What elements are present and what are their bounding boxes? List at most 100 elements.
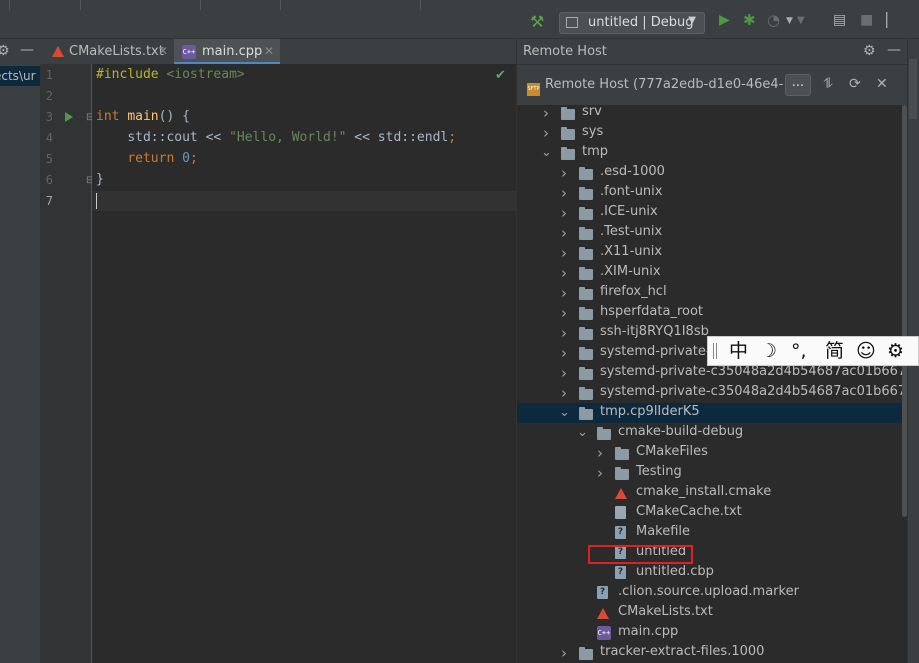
tree-item-font-unix[interactable]: › .font-unix (517, 183, 907, 203)
line-number: 2 (45, 89, 53, 103)
tree-item-main-cpp[interactable]: C++ main.cpp (517, 623, 907, 643)
tree-item-cmakelists-txt[interactable]: CMakeLists.txt (517, 603, 907, 623)
minimize-icon[interactable]: — (20, 42, 34, 58)
code-line-6: } (96, 172, 104, 187)
tree-item-makefile[interactable]: ? Makefile (517, 523, 907, 543)
more-run-icon[interactable]: ▼ (797, 15, 805, 26)
debug-icon[interactable]: ✱ (743, 11, 756, 29)
panel-title: Remote Host (523, 44, 607, 59)
attach-icon[interactable]: ▤ (833, 12, 846, 28)
remote-host-panel-header: Remote Host ⚙ — (517, 39, 907, 65)
tree-item-sys[interactable]: › sys (517, 123, 907, 143)
tree-item-label: tracker-extract-files.1000 (600, 644, 765, 659)
tree-item-label: ssh-itj8RYQ1I8sb (600, 324, 709, 339)
tree-item-tmp[interactable]: ⌄ tmp (517, 143, 907, 163)
minimize-icon[interactable]: — (887, 42, 901, 58)
tree-item-x11-unix[interactable]: › .X11-unix (517, 243, 907, 263)
remote-host-toolbar: SFTPRemote Host (777a2edb-d1e0-46e4- ▼ .… (517, 65, 907, 106)
tree-item-label: untitled.cbp (636, 564, 714, 579)
run-gutter-icon[interactable] (65, 112, 73, 122)
chevron-down-icon[interactable]: ▼ (786, 16, 793, 26)
close-icon[interactable]: ✕ (158, 44, 168, 58)
close-icon[interactable]: ✕ (876, 76, 888, 92)
chevron-right-icon[interactable]: › (559, 305, 569, 321)
editor-gutter: 1 2 3 4 5 6 7 ⊟ ⊟ (41, 64, 94, 663)
tree-item-tracker-extract-files-1000[interactable]: › tracker-extract-files.1000 (517, 643, 907, 663)
tree-item-xim-unix[interactable]: › .XIM-unix (517, 263, 907, 283)
tree-item-clion-source-upload-marker[interactable]: ? .clion.source.upload.marker (517, 583, 907, 603)
tree-item-cmake-build-debug[interactable]: ⌄ cmake-build-debug (517, 423, 907, 443)
chevron-right-icon[interactable]: › (559, 385, 569, 401)
tree-item-label: CMakeCache.txt (636, 504, 742, 519)
tree-scrollbar[interactable] (902, 105, 907, 517)
tree-item-hsperfdata-root[interactable]: › hsperfdata_root (517, 303, 907, 323)
chevron-down-icon[interactable]: ⌄ (577, 425, 588, 441)
ime-grip[interactable] (713, 343, 714, 359)
chevron-right-icon[interactable]: › (541, 105, 551, 121)
moon-icon[interactable]: ☽ (760, 339, 777, 363)
chevron-right-icon[interactable]: › (559, 285, 569, 301)
tree-item-esd-1000[interactable]: › .esd-1000 (517, 163, 907, 183)
chevron-right-icon[interactable]: › (541, 125, 551, 141)
tree-item-firefox-hcl[interactable]: › firefox_hcl (517, 283, 907, 303)
chevron-right-icon[interactable]: › (559, 365, 569, 381)
tree-item-untitled-cbp[interactable]: ? untitled.cbp (517, 563, 907, 583)
chevron-down-icon[interactable]: ⌄ (541, 145, 552, 161)
chevron-right-icon[interactable]: › (559, 205, 569, 221)
settings-icon[interactable]: ⚙ (887, 339, 904, 363)
tab-main-cpp[interactable]: C++ main.cpp ✕ (174, 39, 280, 64)
tree-item-cmakecache-txt[interactable]: CMakeCache.txt (517, 503, 907, 523)
tree-item-testing[interactable]: › Testing (517, 463, 907, 483)
chevron-right-icon[interactable]: › (559, 245, 569, 261)
remote-host-select[interactable]: SFTPRemote Host (777a2edb-d1e0-46e4- ▼ (527, 77, 797, 96)
tree-item-tmp-cp9liderk5[interactable]: ⌄ tmp.cp9lIderK5 (517, 403, 907, 423)
coverage-icon[interactable]: ◔ (767, 11, 780, 29)
chevron-right-icon[interactable]: › (559, 225, 569, 241)
emoji-icon[interactable]: ☺ (856, 339, 876, 363)
tree-item-label: Makefile (636, 524, 691, 539)
tree-item-label: CMakeFiles (636, 444, 708, 459)
ime-script-button[interactable]: 简 (825, 339, 844, 363)
chevron-right-icon[interactable]: › (559, 645, 569, 661)
run-icon[interactable]: ▶ (719, 12, 730, 28)
chevron-right-icon[interactable]: › (559, 165, 569, 181)
toolbar-separator (200, 0, 201, 10)
chevron-right-icon[interactable]: › (595, 465, 605, 481)
refresh-icon[interactable]: ⟳ (849, 76, 861, 92)
chevron-right-icon[interactable]: › (559, 325, 569, 341)
tree-item-ice-unix[interactable]: › .ICE-unix (517, 203, 907, 223)
tree-item-untitled[interactable]: ? untitled (517, 543, 907, 563)
chevron-right-icon[interactable]: › (559, 265, 569, 281)
line-number: 1 (45, 68, 53, 82)
tree-item-cmake-install-cmake[interactable]: cmake_install.cmake (517, 483, 907, 503)
ime-punctuation-button[interactable]: °, (791, 339, 807, 363)
more-button[interactable]: ... (785, 74, 811, 96)
stop-icon[interactable]: ■ (860, 12, 873, 28)
toolbar-separator (280, 0, 281, 10)
config-icon (566, 17, 578, 28)
tree-item-srv[interactable]: › srv (517, 105, 907, 123)
tree-item-systemd-private-c35048a2d4b54687ac01b667fefd3d7[interactable]: › systemd-private-c35048a2d4b54687ac01b66… (517, 383, 907, 403)
tree-item-test-unix[interactable]: › .Test-unix (517, 223, 907, 243)
tree-item-cmakefiles[interactable]: › CMakeFiles (517, 443, 907, 463)
project-path-fragment[interactable]: ects\ur (0, 66, 40, 86)
tab-cmakelists[interactable]: CMakeLists.txt ✕ (46, 39, 171, 64)
code-editor[interactable]: #include <iostream> int main() { std::co… (92, 64, 516, 663)
gear-icon[interactable]: ⚙ (863, 43, 876, 59)
chevron-down-icon[interactable]: ⌄ (559, 405, 570, 421)
tree-item-label: firefox_hcl (600, 284, 667, 299)
gear-icon[interactable]: ⚙ (0, 43, 10, 59)
collapse-all-icon[interactable]: ⥮ (823, 76, 833, 92)
chevron-right-icon[interactable]: › (559, 345, 569, 361)
close-icon[interactable]: ✕ (264, 44, 274, 58)
run-configuration-select[interactable]: untitled | Debug ▼ (559, 12, 705, 34)
ime-mode-button[interactable]: 中 (729, 339, 748, 363)
ime-grip[interactable] (716, 343, 717, 359)
build-icon[interactable]: ⚒ (530, 12, 544, 31)
tree-item-systemd-private-c35048a2d4b54687ac01b667fefd3d7[interactable]: › systemd-private-c35048a2d4b54687ac01b66… (517, 363, 907, 383)
tree-item-label: .Test-unix (600, 224, 663, 239)
folder-icon (579, 647, 593, 660)
side-tool-tab[interactable] (909, 59, 917, 119)
chevron-right-icon[interactable]: › (595, 445, 605, 461)
chevron-right-icon[interactable]: › (559, 185, 569, 201)
